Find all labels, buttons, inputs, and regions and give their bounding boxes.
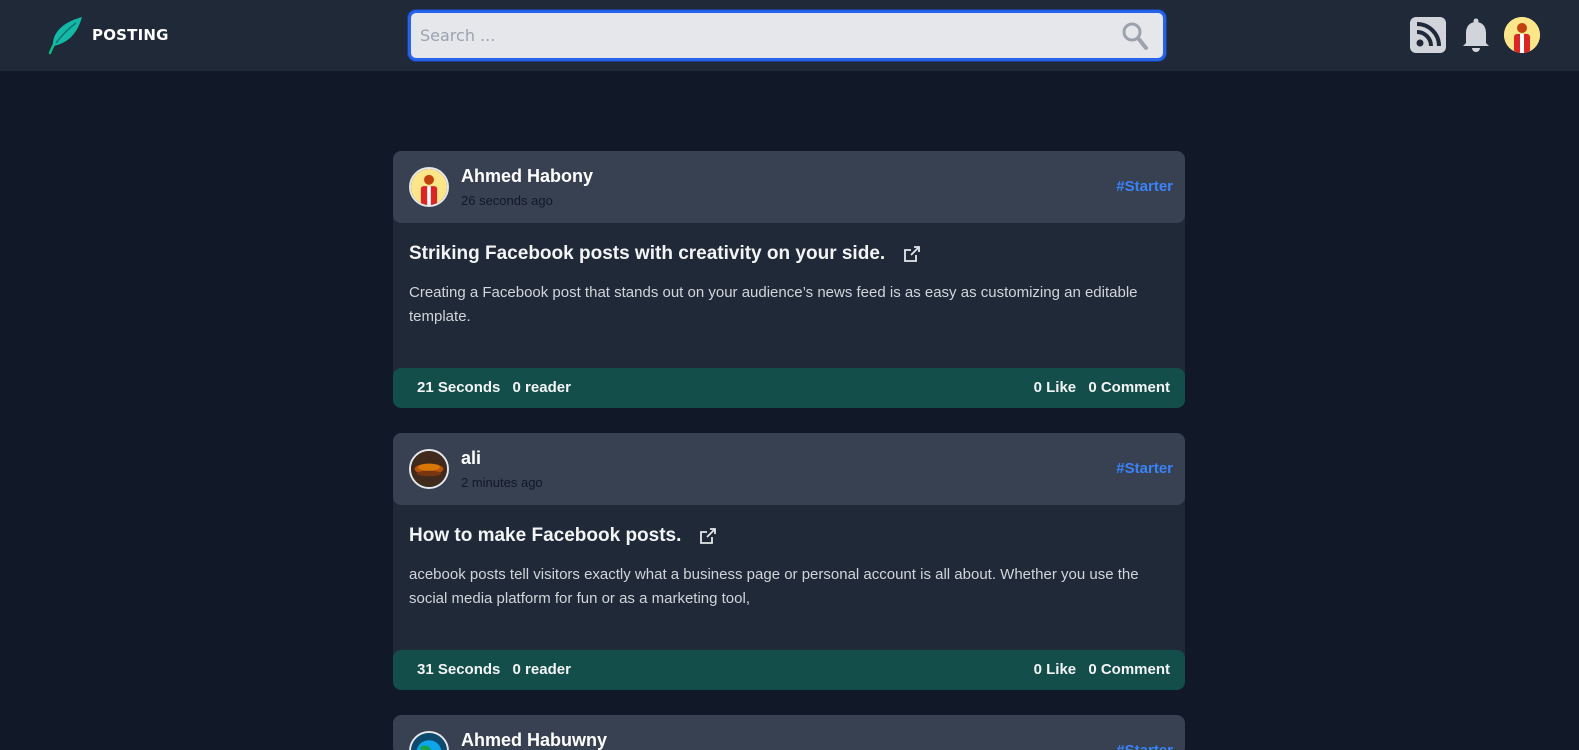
rss-feed-icon[interactable] [1410, 17, 1446, 53]
author-avatar-image [411, 169, 447, 205]
brand[interactable]: POSTING [44, 15, 169, 55]
post-tag[interactable]: #Starter [1116, 460, 1173, 477]
post-footer: 21 Seconds 0 reader 0 Like 0 Comment [393, 368, 1185, 408]
author-avatar-image [411, 733, 447, 750]
author-avatar-image [411, 451, 447, 487]
post-stats-right: 0 Like 0 Comment [1034, 661, 1170, 678]
post-header: Ahmed Habony 26 seconds ago #Starter [393, 151, 1185, 223]
post-excerpt: Creating a Facebook post that stands out… [409, 284, 1138, 325]
external-link-icon[interactable] [903, 245, 921, 263]
post-header: Ahmed Habuwny #Starter [393, 715, 1185, 750]
user-avatar-image [1504, 17, 1540, 53]
post-tag[interactable]: #Starter [1116, 178, 1173, 195]
search-box [408, 10, 1166, 61]
external-link-icon[interactable] [699, 527, 717, 545]
post-card: Ahmed Habony 26 seconds ago #Starter Str… [393, 151, 1185, 408]
reader-count: 0 reader [512, 379, 571, 396]
brand-name: POSTING [92, 26, 169, 44]
search-icon[interactable] [1121, 21, 1149, 51]
author-avatar[interactable] [409, 731, 449, 750]
post-excerpt: acebook posts tell visitors exactly what… [409, 566, 1139, 607]
comment-count[interactable]: 0 Comment [1088, 661, 1170, 678]
bell-icon[interactable] [1460, 17, 1492, 53]
like-count[interactable]: 0 Like [1034, 661, 1077, 678]
post-card: Ahmed Habuwny #Starter [393, 715, 1185, 750]
author-name[interactable]: ali [461, 448, 481, 469]
reader-count: 0 reader [512, 661, 571, 678]
post-timestamp: 26 seconds ago [461, 193, 553, 208]
post-card: ali 2 minutes ago #Starter How to make F… [393, 433, 1185, 690]
author-name[interactable]: Ahmed Habony [461, 166, 593, 187]
read-time: 31 Seconds [417, 661, 501, 678]
author-name[interactable]: Ahmed Habuwny [461, 730, 607, 750]
search-input[interactable] [411, 13, 1163, 58]
author-avatar[interactable] [409, 449, 449, 489]
post-title-row: Striking Facebook posts with creativity … [409, 243, 921, 265]
top-navbar: POSTING [0, 0, 1579, 71]
post-stats-right: 0 Like 0 Comment [1034, 379, 1170, 396]
author-avatar[interactable] [409, 167, 449, 207]
read-time: 21 Seconds [417, 379, 501, 396]
post-tag[interactable]: #Starter [1116, 742, 1173, 750]
post-footer: 31 Seconds 0 reader 0 Like 0 Comment [393, 650, 1185, 690]
post-timestamp: 2 minutes ago [461, 475, 543, 490]
post-stats-left: 31 Seconds 0 reader [417, 661, 571, 678]
post-title-row: How to make Facebook posts. [409, 525, 717, 547]
like-count[interactable]: 0 Like [1034, 379, 1077, 396]
post-stats-left: 21 Seconds 0 reader [417, 379, 571, 396]
post-title[interactable]: Striking Facebook posts with creativity … [409, 243, 885, 265]
user-avatar[interactable] [1504, 17, 1540, 53]
post-header: ali 2 minutes ago #Starter [393, 433, 1185, 505]
feather-logo-icon [48, 17, 82, 55]
post-title[interactable]: How to make Facebook posts. [409, 525, 681, 547]
comment-count[interactable]: 0 Comment [1088, 379, 1170, 396]
